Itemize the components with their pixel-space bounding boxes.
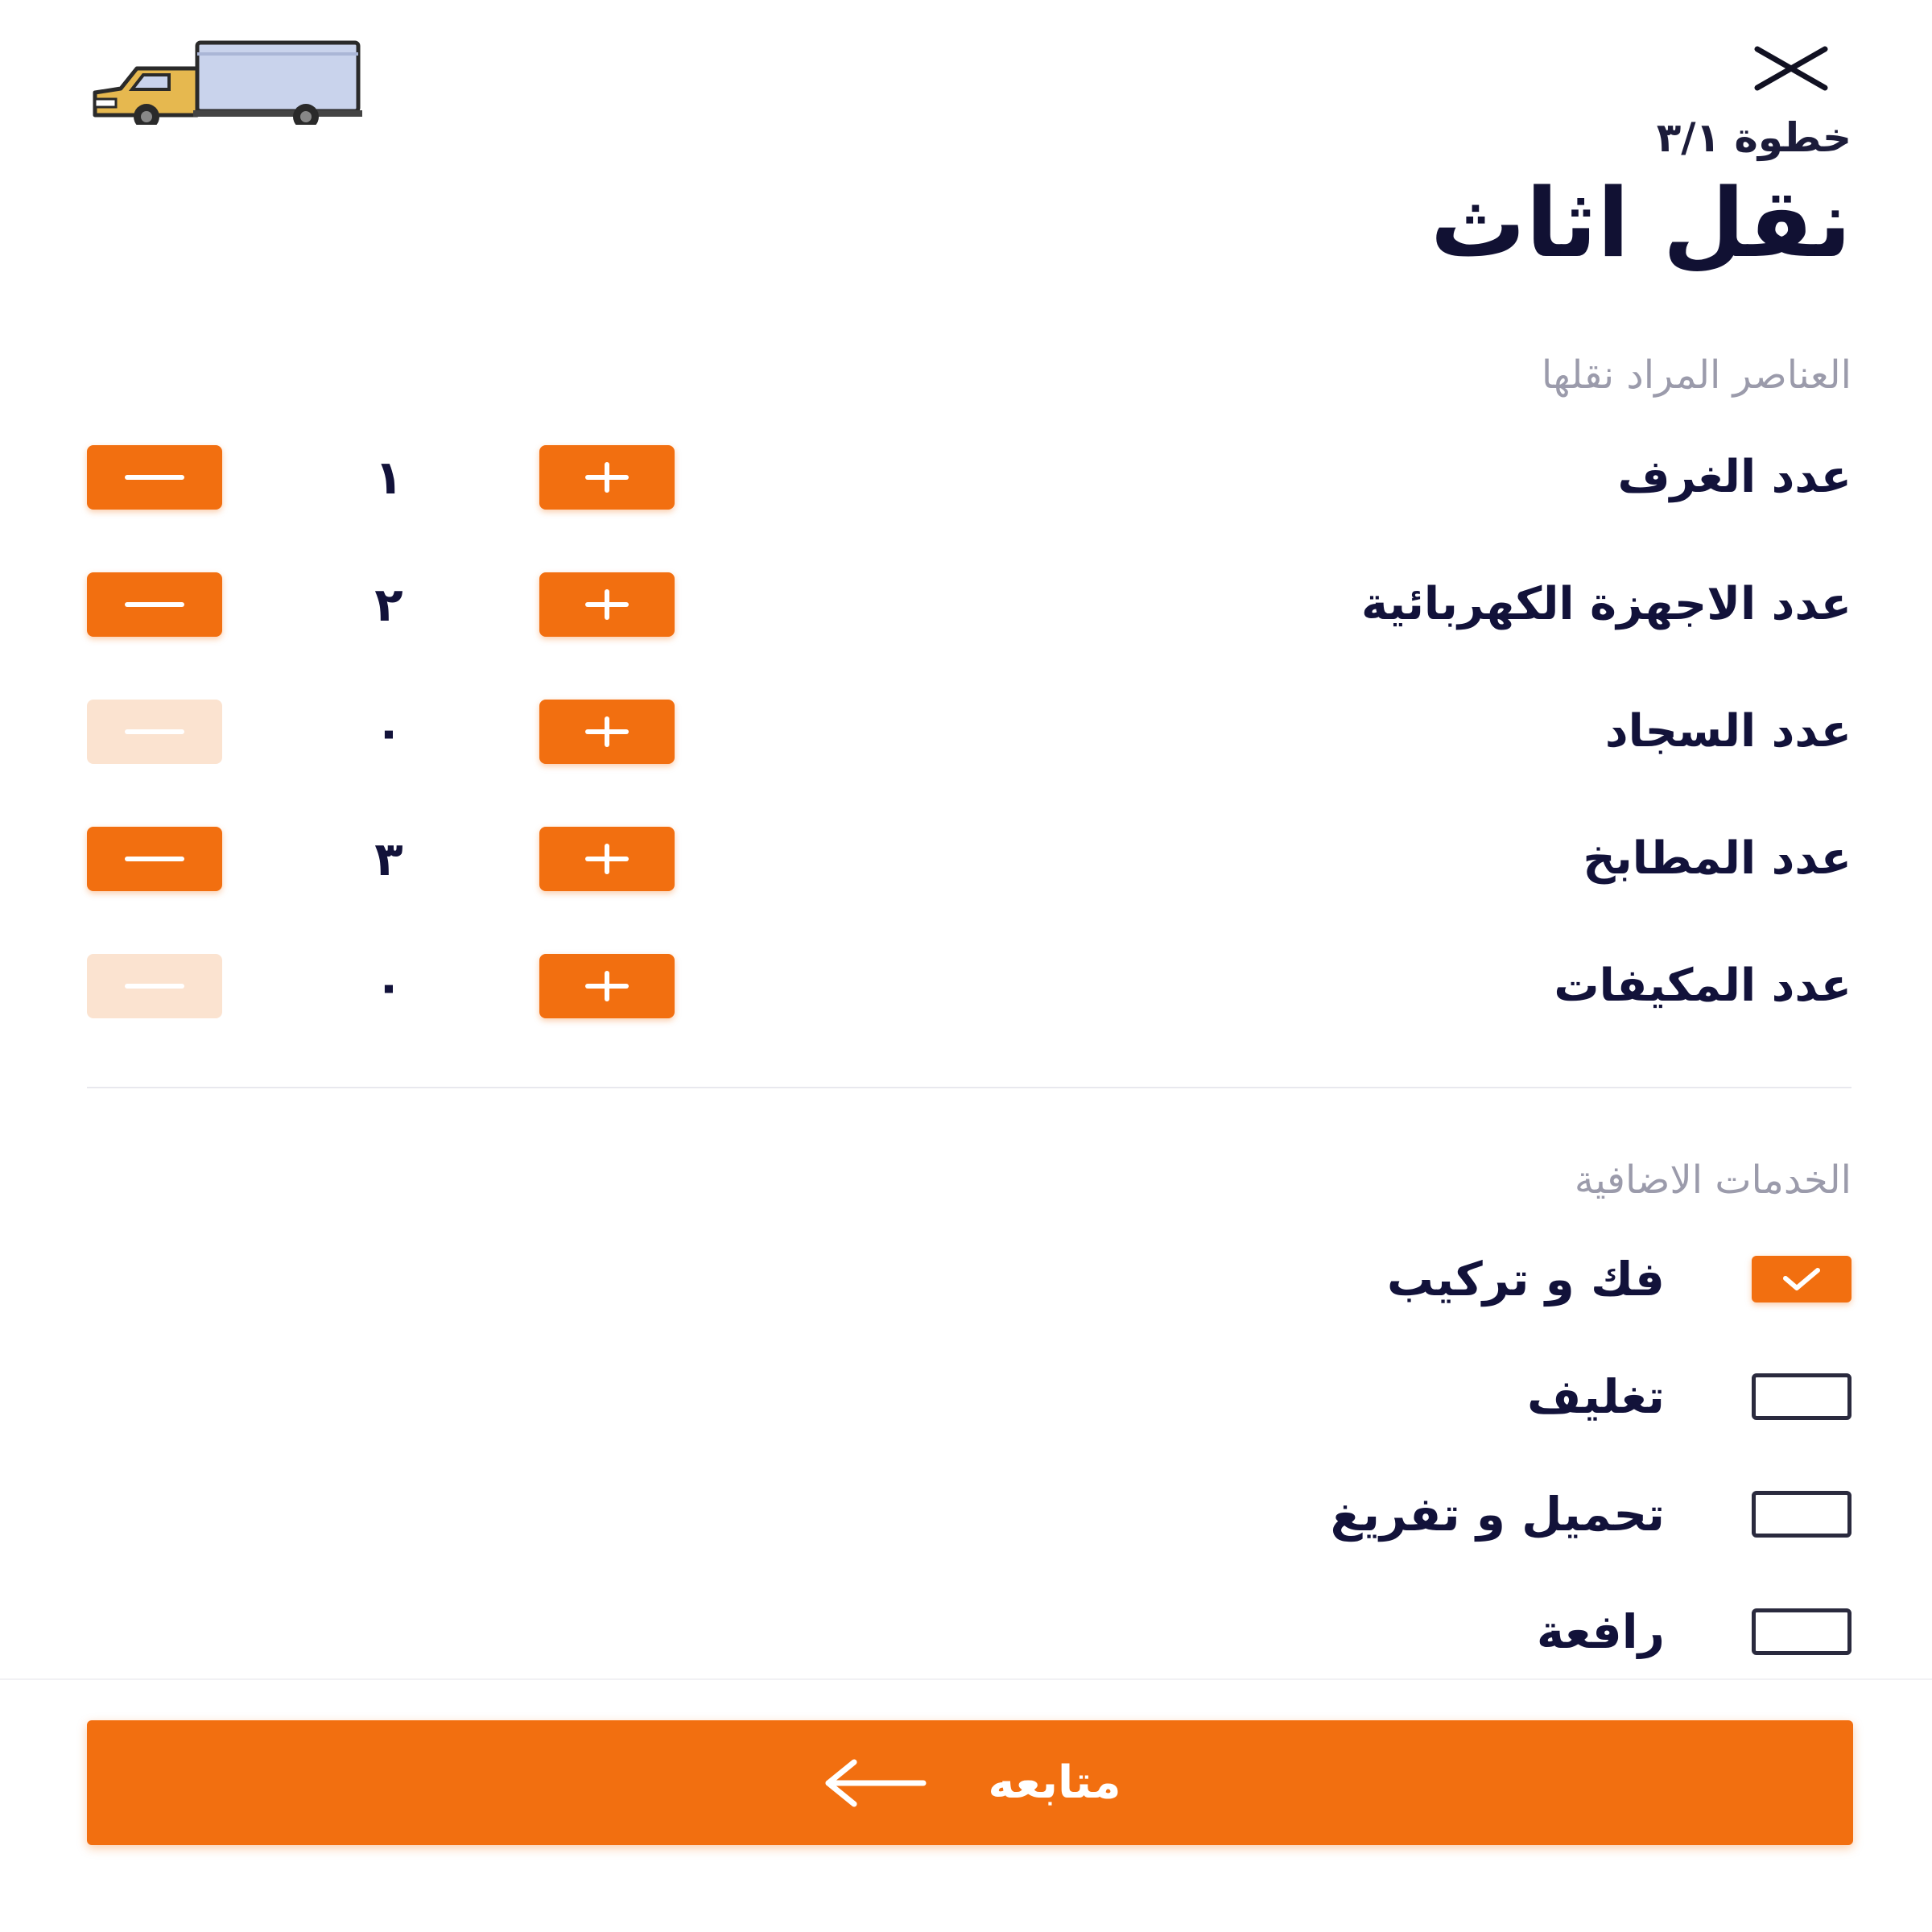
minus-icon <box>125 857 184 861</box>
decrement-button[interactable] <box>87 954 222 1018</box>
items-section-title: العناصر المراد نقلها <box>1541 353 1852 398</box>
increment-button[interactable] <box>539 700 675 764</box>
plus-icon <box>585 716 629 747</box>
step-indicator: خطوة ٣/١ <box>1656 114 1852 161</box>
counter-row-carpets: عدد السجاد ٠ <box>87 700 1852 764</box>
counter-row-air-conditioners: عدد المكيفات ٠ <box>87 954 1852 1018</box>
counter-label: عدد المكيفات <box>1554 960 1852 1012</box>
services-section-title: الخدمات الاضافية <box>1574 1158 1852 1203</box>
checkbox-label: رافعة <box>1536 1604 1665 1659</box>
minus-icon <box>125 475 184 480</box>
service-option-loading[interactable]: تحميل و تفريغ <box>87 1487 1852 1547</box>
increment-button[interactable] <box>539 827 675 891</box>
section-divider <box>87 1087 1852 1088</box>
arrow-left-icon <box>825 1759 927 1806</box>
page-title: نقل اثاث <box>1430 167 1852 279</box>
checkbox[interactable] <box>1752 1491 1852 1538</box>
decrement-button[interactable] <box>87 445 222 510</box>
checkbox[interactable] <box>1752 1373 1852 1420</box>
continue-button[interactable]: متابعه <box>87 1720 1853 1845</box>
counter-label: عدد الغرف <box>1617 451 1852 503</box>
counter-row-rooms: عدد الغرف ١ <box>87 445 1852 510</box>
decrement-button[interactable] <box>87 827 222 891</box>
increment-button[interactable] <box>539 572 675 637</box>
increment-button[interactable] <box>539 445 675 510</box>
truck-icon <box>93 40 362 125</box>
decrement-button[interactable] <box>87 572 222 637</box>
counter-row-kitchens: عدد المطابخ ٣ <box>87 827 1852 891</box>
minus-icon <box>125 984 184 989</box>
service-option-lift[interactable]: رافعة <box>87 1604 1852 1665</box>
minus-icon <box>125 602 184 607</box>
checkbox[interactable] <box>1752 1608 1852 1655</box>
checkbox[interactable] <box>1752 1256 1852 1302</box>
counter-value: ١ <box>374 450 403 505</box>
checkbox-label: فك و تركيب <box>1386 1252 1665 1307</box>
page: خطوة ٣/١ نقل اثاث العناصر المراد نقلها ع… <box>0 0 1932 1932</box>
service-option-packing[interactable]: تغليف <box>87 1369 1852 1430</box>
service-option-disassembly[interactable]: فك و تركيب <box>87 1252 1852 1312</box>
increment-button[interactable] <box>539 954 675 1018</box>
plus-icon <box>585 971 629 1001</box>
plus-icon <box>585 589 629 620</box>
close-icon <box>1754 46 1828 91</box>
counter-label: عدد السجاد <box>1604 705 1852 758</box>
counter-value: ٠ <box>374 959 403 1013</box>
continue-label: متابعه <box>988 1757 1121 1809</box>
counter-label: عدد المطابخ <box>1583 832 1852 885</box>
plus-icon <box>585 844 629 874</box>
counter-value: ٠ <box>374 704 403 759</box>
counter-label: عدد الاجهزة الكهربائية <box>1361 578 1852 630</box>
counter-row-appliances: عدد الاجهزة الكهربائية ٢ <box>87 572 1852 637</box>
minus-icon <box>125 729 184 734</box>
checkbox-label: تحميل و تفريغ <box>1330 1487 1665 1542</box>
counter-value: ٢ <box>374 577 403 632</box>
checkbox-label: تغليف <box>1527 1369 1665 1424</box>
counter-value: ٣ <box>374 832 403 886</box>
plus-icon <box>585 462 629 493</box>
check-icon <box>1783 1268 1820 1290</box>
decrement-button[interactable] <box>87 700 222 764</box>
close-button[interactable] <box>1739 32 1843 105</box>
